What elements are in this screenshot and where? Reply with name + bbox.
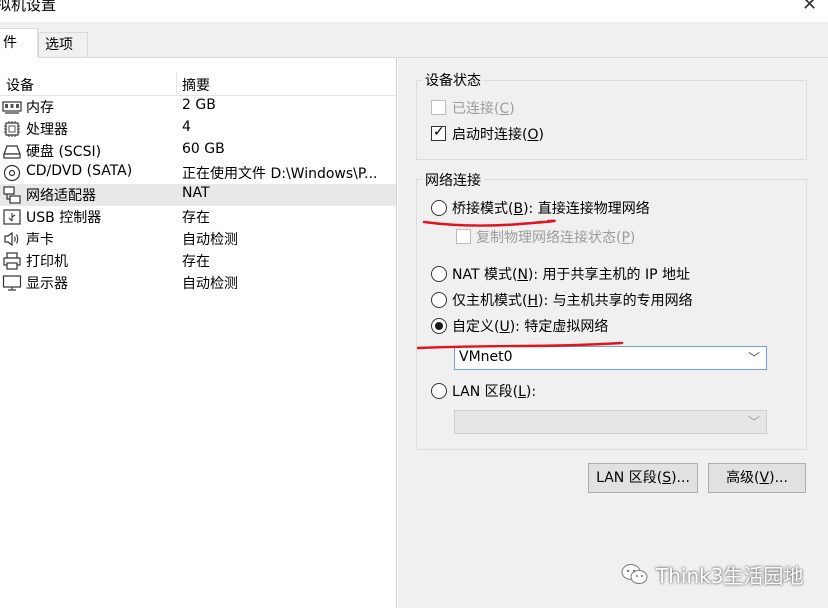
wechat-icon: [621, 564, 648, 584]
annotation-underline-bridged: [422, 219, 556, 227]
watermark-text: Think3生活园地: [656, 564, 804, 588]
annotation-underline-custom: [416, 341, 624, 350]
red-underline-annotations: [416, 219, 624, 350]
